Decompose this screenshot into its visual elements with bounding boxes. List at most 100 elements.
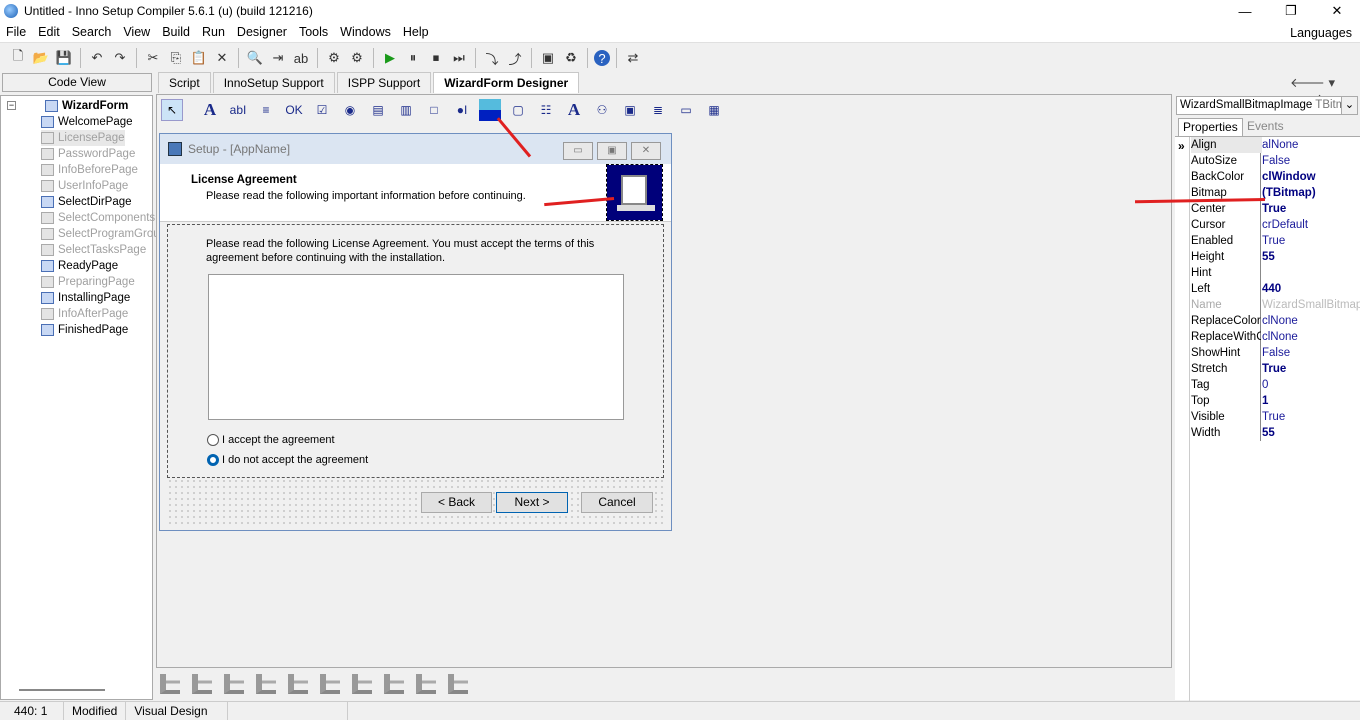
menu-file[interactable]: File: [0, 25, 32, 39]
palette-tool-icon[interactable]: A: [563, 99, 585, 121]
property-row-cursor[interactable]: Cursor crDefault: [1191, 217, 1360, 233]
property-value[interactable]: 55: [1262, 249, 1360, 265]
menu-search[interactable]: Search: [66, 25, 118, 39]
property-value[interactable]: 0: [1262, 377, 1360, 393]
tree-item-selectcomponents[interactable]: SelectComponents: [41, 210, 155, 226]
accept-radio[interactable]: I accept the agreement: [207, 434, 335, 446]
new-file-icon[interactable]: 🗋: [8, 48, 28, 68]
property-row-hint[interactable]: Hint: [1191, 265, 1360, 281]
property-value[interactable]: 55: [1262, 425, 1360, 441]
menu-windows[interactable]: Windows: [334, 25, 397, 39]
replace-icon[interactable]: ab: [291, 48, 311, 68]
property-row-left[interactable]: Left 440: [1191, 281, 1360, 297]
property-row-showhint[interactable]: ShowHint False: [1191, 345, 1360, 361]
tree-item-passwordpage[interactable]: PasswordPage: [41, 146, 135, 162]
property-value[interactable]: WizardSmallBitmapIr: [1262, 297, 1360, 313]
align-right-icon[interactable]: [192, 674, 212, 694]
palette-tool-icon[interactable]: □: [423, 99, 445, 121]
palette-tool-icon[interactable]: ▦: [703, 99, 725, 121]
license-memo[interactable]: [208, 274, 624, 420]
form-close-button[interactable]: ✕: [631, 142, 661, 160]
tree-item-preparingpage[interactable]: PreparingPage: [41, 274, 135, 290]
property-value[interactable]: True: [1262, 201, 1360, 217]
property-row-autosize[interactable]: AutoSize False: [1191, 153, 1360, 169]
palette-tool-icon[interactable]: abI: [227, 99, 249, 121]
tree-item-welcomepage[interactable]: WelcomePage: [41, 114, 133, 130]
property-value[interactable]: False: [1262, 345, 1360, 361]
palette-tool-icon[interactable]: ☷: [535, 99, 557, 121]
property-value[interactable]: False: [1262, 153, 1360, 169]
palette-tool-icon[interactable]: OK: [283, 99, 305, 121]
palette-tool-icon[interactable]: ≣: [647, 99, 669, 121]
toggle-icon[interactable]: ⇄: [623, 48, 643, 68]
property-value[interactable]: True: [1262, 361, 1360, 377]
paste-icon[interactable]: 📋: [189, 48, 209, 68]
property-value[interactable]: True: [1262, 233, 1360, 249]
menu-tools[interactable]: Tools: [293, 25, 334, 39]
property-value[interactable]: crDefault: [1262, 217, 1360, 233]
property-row-stretch[interactable]: Stretch True: [1191, 361, 1360, 377]
tree-item-readypage[interactable]: ReadyPage: [41, 258, 118, 274]
tab-wizardform-designer[interactable]: WizardForm Designer: [433, 72, 580, 93]
tree-item-finishedpage[interactable]: FinishedPage: [41, 322, 128, 338]
back-button[interactable]: < Back: [421, 492, 492, 513]
find-icon[interactable]: 🔍: [245, 48, 265, 68]
component-selector[interactable]: WizardSmallBitmapImage TBitmap ⌄: [1176, 96, 1358, 115]
palette-tool-icon[interactable]: ↖: [161, 99, 183, 121]
step-icon[interactable]: ⏭: [449, 48, 469, 68]
menu-run[interactable]: Run: [196, 25, 231, 39]
pause-icon[interactable]: ⏸: [403, 48, 423, 68]
palette-tool-icon[interactable]: ▥: [395, 99, 417, 121]
property-row-tag[interactable]: Tag 0: [1191, 377, 1360, 393]
stop-icon[interactable]: ⏹: [426, 48, 446, 68]
property-value[interactable]: clNone: [1262, 329, 1360, 345]
languages-menu[interactable]: Languages: [1290, 26, 1352, 40]
palette-tool-icon[interactable]: ▣: [619, 99, 641, 121]
tab-ispp-support[interactable]: ISPP Support: [336, 72, 432, 93]
tree-item-selecttaskspage[interactable]: SelectTasksPage: [41, 242, 146, 258]
space-vert-icon[interactable]: [416, 674, 436, 694]
designer-icon[interactable]: ▣: [538, 48, 558, 68]
tree-root-wizardform[interactable]: WizardForm: [45, 98, 128, 114]
align-top-icon[interactable]: [320, 674, 340, 694]
property-row-width[interactable]: Width 55: [1191, 425, 1360, 441]
decline-radio[interactable]: I do not accept the agreement: [207, 454, 368, 466]
form-maximize-button[interactable]: ▣: [597, 142, 627, 160]
save-icon[interactable]: 💾: [54, 48, 74, 68]
close-button[interactable]: ✕: [1314, 0, 1360, 22]
property-row-height[interactable]: Height 55: [1191, 249, 1360, 265]
property-row-visible[interactable]: Visible True: [1191, 409, 1360, 425]
align-bottom-icon[interactable]: [448, 674, 468, 694]
menu-build[interactable]: Build: [156, 25, 196, 39]
tree-scrollbar[interactable]: [19, 689, 105, 691]
tree-item-userinfopage[interactable]: UserInfoPage: [41, 178, 128, 194]
menu-designer[interactable]: Designer: [231, 25, 293, 39]
tree-item-installingpage[interactable]: InstallingPage: [41, 290, 130, 306]
property-row-center[interactable]: Center True: [1191, 201, 1360, 217]
copy-icon[interactable]: ⎘: [166, 48, 186, 68]
palette-tool-icon[interactable]: A: [199, 99, 221, 121]
tree-item-selectdirpage[interactable]: SelectDirPage: [41, 194, 132, 210]
property-value[interactable]: clNone: [1262, 313, 1360, 329]
align-height-icon[interactable]: [384, 674, 404, 694]
align-middle-icon[interactable]: [352, 674, 372, 694]
property-row-align[interactable]: Align alNone: [1191, 137, 1360, 153]
property-value[interactable]: 1: [1262, 393, 1360, 409]
palette-tool-icon[interactable]: ◉: [339, 99, 361, 121]
code-view-button[interactable]: Code View: [2, 73, 152, 92]
collapse-icon[interactable]: −: [7, 101, 16, 110]
property-row-name[interactable]: Name WizardSmallBitmapIr: [1191, 297, 1360, 313]
maximize-button[interactable]: ❐: [1268, 0, 1314, 22]
palette-tool-icon[interactable]: ▤: [367, 99, 389, 121]
palette-tool-icon[interactable]: ☑: [311, 99, 333, 121]
tree-item-selectprogramgrou[interactable]: SelectProgramGrou: [41, 226, 160, 242]
open-icon[interactable]: 📂: [31, 48, 51, 68]
cut-icon[interactable]: ✂: [143, 48, 163, 68]
minimize-button[interactable]: —: [1222, 0, 1268, 22]
property-value[interactable]: clWindow: [1262, 169, 1360, 185]
cancel-button[interactable]: Cancel: [581, 492, 653, 513]
delete-icon[interactable]: ✕: [212, 48, 232, 68]
menu-edit[interactable]: Edit: [32, 25, 66, 39]
align-left-icon[interactable]: [160, 674, 180, 694]
chevron-down-icon[interactable]: ⌄: [1341, 97, 1357, 114]
